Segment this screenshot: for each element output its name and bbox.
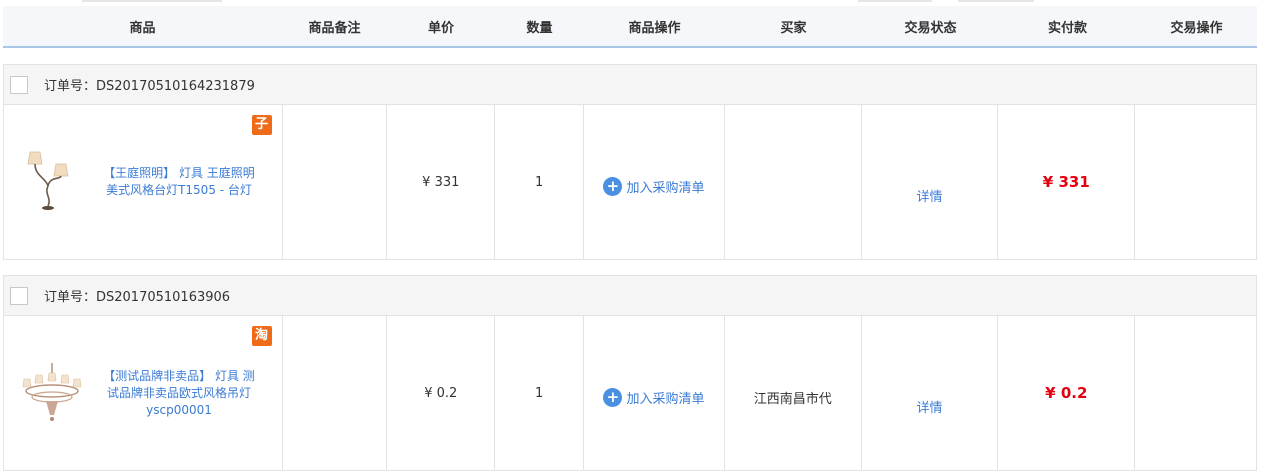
product-cell: 【王庭照明】 灯具 王庭照明美式风格台灯T1505 - 台灯 子 [4, 105, 283, 259]
header-buyer: 买家 [780, 20, 807, 36]
header-quantity: 数量 [526, 20, 553, 36]
product-cell: 【测试品牌非卖品】 灯具 测试品牌非卖品欧式风格吊灯 yscp00001 淘 [4, 316, 283, 470]
table-header: 商品 商品备注 单价 数量 商品操作 买家 交易状态 实付款 交易操作 [3, 6, 1257, 48]
order-number: 订单号：DS20170510164231879 [44, 79, 255, 94]
order-row: 【测试品牌非卖品】 灯具 测试品牌非卖品欧式风格吊灯 yscp00001 淘 ¥… [4, 316, 1256, 470]
order-table: 商品 商品备注 单价 数量 商品操作 买家 交易状态 实付款 交易操作 订单号：… [3, 6, 1257, 471]
remark-cell [283, 316, 388, 470]
plus-icon: + [603, 387, 623, 407]
header-unit-price: 单价 [427, 20, 454, 36]
product-name-link[interactable]: 【王庭照明】 灯具 王庭照明美式风格台灯T1505 - 台灯 [100, 165, 258, 199]
buyer-cell: 江西南昌市代 [725, 316, 862, 470]
header-status: 交易状态 [904, 20, 957, 36]
order-checkbox[interactable] [10, 286, 28, 305]
order-detail-link[interactable]: 详情 [917, 397, 943, 416]
header-product-action: 商品操作 [628, 20, 681, 36]
header-paid: 实付款 [1047, 20, 1087, 36]
order-row: 【王庭照明】 灯具 王庭照明美式风格台灯T1505 - 台灯 子 ¥ 331 1… [4, 105, 1256, 259]
header-trade-action: 交易操作 [1170, 20, 1223, 36]
product-action-cell: + 加入采购清单 [584, 105, 725, 259]
price-cell: ¥ 0.2 [387, 316, 496, 470]
quantity-cell: 1 [495, 105, 585, 259]
add-to-purchase-list-button[interactable]: + 加入采购清单 [603, 176, 705, 196]
paid-cell: ¥ 331 [998, 105, 1136, 259]
quantity-value: 1 [534, 174, 544, 190]
paid-amount: ¥ 0.2 [1045, 384, 1088, 402]
order-card: 订单号：DS20170510164231879 【王庭照明】 灯具 王庭照明美式… [3, 64, 1257, 260]
trade-action-cell [1135, 316, 1256, 470]
quantity-value: 1 [534, 385, 544, 401]
sub-order-badge: 子 [251, 115, 272, 135]
order-detail-link[interactable]: 详情 [917, 186, 943, 205]
product-name-link[interactable]: 【测试品牌非卖品】 灯具 测试品牌非卖品欧式风格吊灯 yscp00001 [100, 368, 258, 419]
paid-cell: ¥ 0.2 [998, 316, 1136, 470]
paid-amount: ¥ 331 [1042, 173, 1090, 191]
add-to-purchase-list-button[interactable]: + 加入采购清单 [603, 387, 705, 407]
order-header: 订单号：DS20170510164231879 [4, 65, 1256, 105]
buyer-cell [725, 105, 862, 259]
quantity-cell: 1 [495, 316, 585, 470]
header-remark: 商品备注 [308, 20, 361, 36]
trade-action-cell [1135, 105, 1256, 259]
status-cell: 详情 [862, 316, 999, 470]
table-lamp-icon[interactable] [16, 146, 88, 218]
add-to-purchase-list-label: 加入采购清单 [626, 180, 705, 196]
price-cell: ¥ 331 [387, 105, 496, 259]
product-action-cell: + 加入采购清单 [584, 316, 725, 470]
order-number: 订单号：DS20170510163906 [44, 290, 231, 305]
taobao-badge: 淘 [251, 326, 272, 346]
chandelier-icon[interactable] [16, 357, 88, 429]
plus-icon: + [603, 176, 623, 196]
buyer-value: 江西南昌市代 [753, 391, 832, 407]
unit-price: ¥ 0.2 [424, 385, 458, 401]
header-product: 商品 [129, 20, 156, 36]
order-checkbox[interactable] [10, 75, 28, 94]
add-to-purchase-list-label: 加入采购清单 [626, 391, 705, 407]
remark-cell [283, 105, 388, 259]
order-card: 订单号：DS20170510163906 【测试品牌非卖品】 灯具 测试品牌非卖… [3, 275, 1257, 471]
status-cell: 详情 [862, 105, 999, 259]
order-header: 订单号：DS20170510163906 [4, 276, 1256, 316]
unit-price: ¥ 331 [422, 174, 460, 190]
